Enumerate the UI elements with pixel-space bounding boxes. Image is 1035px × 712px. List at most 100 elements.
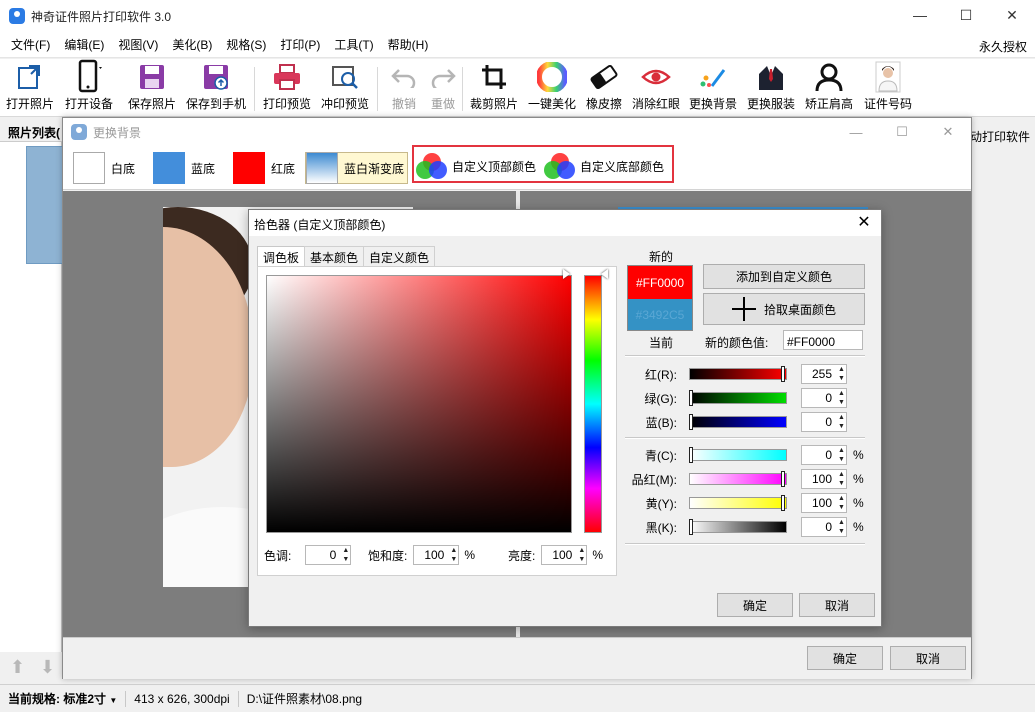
yellow-slider[interactable] bbox=[689, 495, 787, 511]
menu-help[interactable]: 帮助(H) bbox=[382, 36, 435, 53]
slider-thumb[interactable] bbox=[781, 495, 785, 511]
tab-basic-colors[interactable]: 基本颜色 bbox=[304, 246, 365, 266]
change-background-button[interactable]: 更换背景 bbox=[689, 61, 737, 115]
open-photo-button[interactable]: 打开照片 bbox=[6, 61, 54, 115]
crop-button[interactable]: 裁剪照片 bbox=[470, 61, 518, 115]
color-wheel-icon bbox=[535, 61, 569, 93]
slider-thumb[interactable] bbox=[689, 390, 693, 406]
divider bbox=[625, 355, 865, 357]
hue-indicator-icon[interactable] bbox=[601, 269, 608, 279]
minimize-icon[interactable]: — bbox=[897, 0, 943, 30]
eraser-button[interactable]: 橡皮擦 bbox=[586, 61, 622, 115]
slider-thumb[interactable] bbox=[689, 414, 693, 430]
id-number-button[interactable]: 证件号码 bbox=[864, 61, 912, 115]
add-custom-color-button[interactable]: 添加到自定义颜色 bbox=[703, 264, 865, 289]
yellow-stepper[interactable]: 100 ▲ ▼ bbox=[801, 493, 847, 513]
gradient-swatch bbox=[306, 152, 338, 184]
color-picker-title: 拾色器 (自定义顶部颜色) bbox=[249, 210, 881, 236]
menu-print[interactable]: 打印(P) bbox=[274, 36, 326, 53]
bg-option-red[interactable]: 红底 bbox=[233, 152, 295, 184]
license-link[interactable]: 永久授权 bbox=[979, 38, 1027, 55]
red-stepper[interactable]: 255 ▲ ▼ bbox=[801, 364, 847, 384]
arrow-down-icon[interactable]: ⬇ bbox=[40, 657, 60, 677]
menu-file[interactable]: 文件(F) bbox=[5, 36, 56, 53]
slider-thumb[interactable] bbox=[689, 447, 693, 463]
arrow-up-icon[interactable]: ⬆ bbox=[10, 657, 30, 677]
red-slider[interactable] bbox=[689, 366, 787, 382]
beautify-button[interactable]: 一键美化 bbox=[528, 61, 576, 115]
color-ok-button[interactable]: 确定 bbox=[717, 593, 793, 617]
current-color-swatch[interactable]: #3492C5 bbox=[627, 299, 693, 331]
close-icon[interactable]: ✕ bbox=[925, 118, 971, 146]
green-stepper[interactable]: 0 ▲ ▼ bbox=[801, 388, 847, 408]
bg-option-gradient[interactable]: 蓝白渐变底 bbox=[305, 152, 409, 184]
statusbar: 当前规格: 标准2寸 ▼ 413 x 626, 300dpi D:\证件照素材\… bbox=[0, 684, 1035, 712]
save-photo-button[interactable]: 保存照片 bbox=[128, 61, 176, 115]
new-color-swatch: #FF0000 bbox=[627, 265, 693, 299]
bg-option-custom-top[interactable]: 自定义顶部颜色 bbox=[416, 150, 536, 182]
maximize-icon[interactable]: ☐ bbox=[943, 0, 989, 30]
stepper-arrows-icon: ▲ ▼ bbox=[576, 546, 586, 564]
minimize-icon[interactable]: — bbox=[833, 118, 879, 146]
current-color-label: 当前 bbox=[649, 336, 674, 350]
bg-option-custom-bottom[interactable]: 自定义底部颜色 bbox=[544, 150, 664, 182]
color-cancel-button[interactable]: 取消 bbox=[799, 593, 875, 617]
saturation-stepper[interactable]: 100 ▲ ▼ bbox=[413, 545, 460, 565]
hue-slider[interactable] bbox=[584, 275, 602, 533]
tab-palette[interactable]: 调色板 bbox=[257, 246, 306, 266]
develop-preview-icon bbox=[328, 61, 362, 93]
menu-spec[interactable]: 规格(S) bbox=[220, 36, 272, 53]
slider-thumb[interactable] bbox=[689, 519, 693, 535]
brightness-stepper[interactable]: 100 ▲ ▼ bbox=[541, 545, 588, 565]
remove-redeye-button[interactable]: 消除红眼 bbox=[632, 61, 680, 115]
fix-shoulder-button[interactable]: 矫正肩高 bbox=[805, 61, 853, 115]
print-preview-button[interactable]: 打印预览 bbox=[263, 61, 311, 115]
menu-edit[interactable]: 编辑(E) bbox=[58, 36, 110, 53]
black-stepper[interactable]: 0 ▲ ▼ bbox=[801, 517, 847, 537]
cyan-stepper[interactable]: 0 ▲ ▼ bbox=[801, 445, 847, 465]
bg-option-white[interactable]: 白底 bbox=[73, 152, 135, 184]
slider-thumb[interactable] bbox=[781, 471, 785, 487]
menu-view[interactable]: 视图(V) bbox=[112, 36, 164, 53]
black-slider[interactable] bbox=[689, 519, 787, 535]
redo-button[interactable]: 重做 bbox=[426, 61, 460, 115]
close-icon[interactable]: ✕ bbox=[853, 212, 875, 234]
open-device-button[interactable]: 打开设备 bbox=[65, 59, 113, 115]
bg-option-blue[interactable]: 蓝底 bbox=[153, 152, 215, 184]
undo-button[interactable]: 撤销 bbox=[387, 61, 421, 115]
develop-preview-button[interactable]: 冲印预览 bbox=[321, 61, 369, 115]
blue-stepper[interactable]: 0 ▲ ▼ bbox=[801, 412, 847, 432]
cyan-slider[interactable] bbox=[689, 447, 787, 463]
change-clothes-button[interactable]: 更换服装 bbox=[747, 61, 795, 115]
bg-ok-button[interactable]: 确定 bbox=[807, 646, 883, 670]
white-swatch bbox=[73, 152, 105, 184]
menu-tools[interactable]: 工具(T) bbox=[328, 36, 379, 53]
close-icon[interactable]: ✕ bbox=[989, 0, 1035, 30]
blue-slider[interactable] bbox=[689, 414, 787, 430]
menu-beautify[interactable]: 美化(B) bbox=[166, 36, 218, 53]
magenta-stepper[interactable]: 100 ▲ ▼ bbox=[801, 469, 847, 489]
eye-icon bbox=[639, 61, 673, 93]
hex-value-input[interactable] bbox=[783, 330, 863, 350]
green-slider[interactable] bbox=[689, 390, 787, 406]
chevron-down-icon: ▼ bbox=[109, 695, 118, 705]
main-titlebar: 神奇证件照片打印软件 3.0 — ☐ ✕ bbox=[0, 0, 1035, 32]
photo-list-header: 照片列表( bbox=[0, 118, 70, 142]
magenta-channel-row: 品红(M): 100 ▲ ▼ % bbox=[631, 469, 864, 489]
magenta-slider[interactable] bbox=[689, 471, 787, 487]
maximize-icon[interactable]: ☐ bbox=[879, 118, 925, 146]
tab-custom-colors[interactable]: 自定义颜色 bbox=[363, 246, 436, 266]
pick-desktop-color-button[interactable]: 拾取桌面颜色 bbox=[703, 293, 865, 325]
toolbar: 打开照片 打开设备 保存照片 保存到手机 打印预览 冲印预览 撤销 重做 裁剪照… bbox=[0, 59, 1035, 117]
save-to-phone-icon bbox=[199, 61, 233, 93]
divider bbox=[625, 437, 865, 439]
bg-cancel-button[interactable]: 取消 bbox=[890, 646, 966, 670]
paint-brush-icon bbox=[696, 61, 730, 93]
save-to-phone-button[interactable]: 保存到手机 bbox=[186, 61, 246, 115]
spec-dropdown[interactable]: 标准2寸 ▼ bbox=[63, 692, 117, 706]
app-title: 神奇证件照片打印软件 3.0 bbox=[31, 9, 172, 24]
bg-dialog-footer: 确定 取消 bbox=[63, 637, 971, 679]
slider-thumb[interactable] bbox=[781, 366, 785, 382]
hue-stepper[interactable]: 0 ▲ ▼ bbox=[305, 545, 352, 565]
saturation-brightness-field[interactable] bbox=[266, 275, 572, 533]
